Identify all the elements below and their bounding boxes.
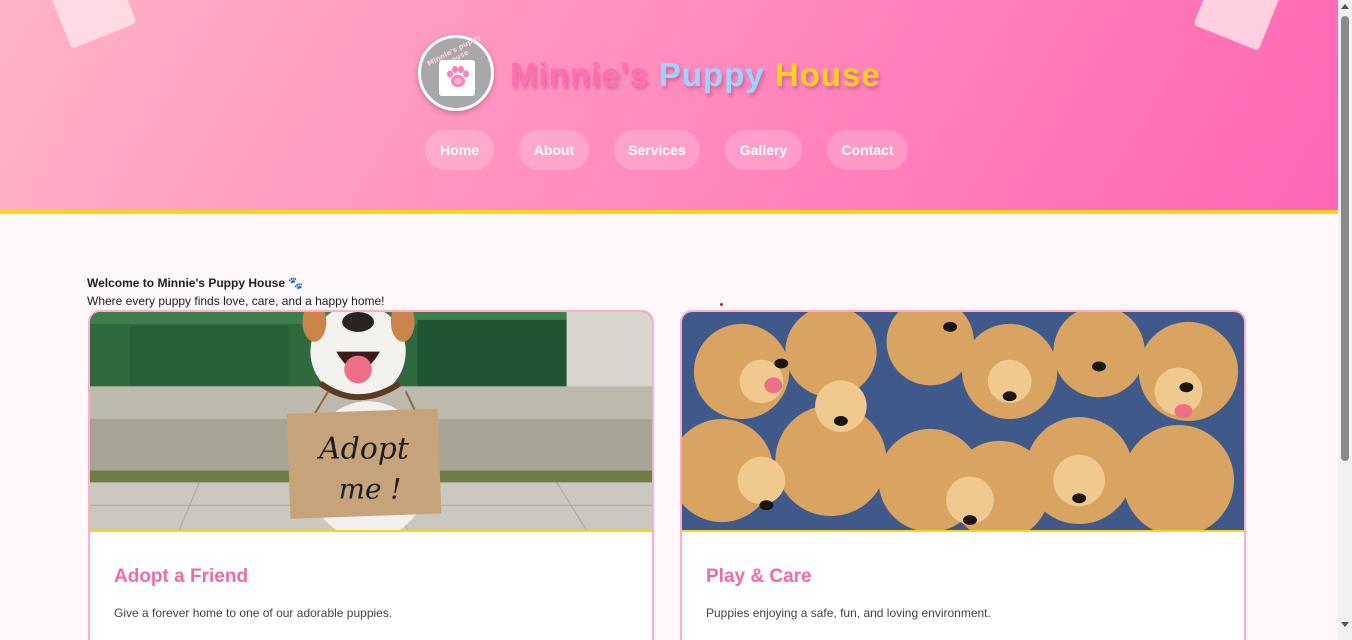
site-title[interactable]: Minnie's Puppy House	[510, 56, 881, 94]
card-adopt[interactable]: Adopt me ! Adopt a Friend Give a forever…	[88, 310, 654, 640]
scroll-up-arrow-icon[interactable]	[1341, 4, 1349, 9]
nav-home[interactable]: Home	[425, 130, 494, 170]
page-scrollbar[interactable]	[1338, 0, 1352, 640]
welcome-title: Welcome to Minnie's Puppy House 🐾	[87, 276, 304, 290]
puppies-image	[682, 312, 1244, 532]
nav-gallery[interactable]: Gallery	[725, 130, 802, 170]
site-header: Minnie's puppy house Minnie's Puppy Hous…	[0, 0, 1338, 214]
card-play-care[interactable]: Play & Care Puppies enjoying a safe, fun…	[680, 310, 1246, 640]
site-logo[interactable]: Minnie's puppy house	[418, 33, 494, 111]
nav-contact[interactable]: Contact	[827, 130, 908, 170]
scroll-thumb[interactable]	[1341, 16, 1349, 461]
logo-badge	[439, 60, 475, 96]
sign-line-1: Adopt	[316, 432, 409, 467]
card-title: Adopt a Friend	[114, 566, 249, 587]
card-title: Play & Care	[706, 566, 812, 587]
scroll-down-arrow-icon[interactable]	[1341, 622, 1349, 627]
site-title-part-2: Puppy	[658, 56, 765, 93]
nav-about[interactable]: About	[519, 130, 589, 170]
decorative-shape	[49, 0, 137, 49]
site-title-part-3: House	[774, 56, 881, 93]
card-description: Puppies enjoying a safe, fun, and loving…	[706, 606, 991, 620]
site-title-part-1: Minnie's	[510, 56, 649, 93]
decorative-shape	[1193, 0, 1281, 51]
nav-services[interactable]: Services	[614, 130, 700, 170]
cursor-dot	[720, 303, 723, 306]
paw-icon	[447, 65, 469, 87]
welcome-subtitle: Where every puppy finds love, care, and …	[87, 294, 385, 308]
sign-line-2: me !	[339, 472, 402, 505]
card-description: Give a forever home to one of our adorab…	[114, 606, 393, 620]
adopt-dog-image: Adopt me !	[90, 312, 652, 532]
